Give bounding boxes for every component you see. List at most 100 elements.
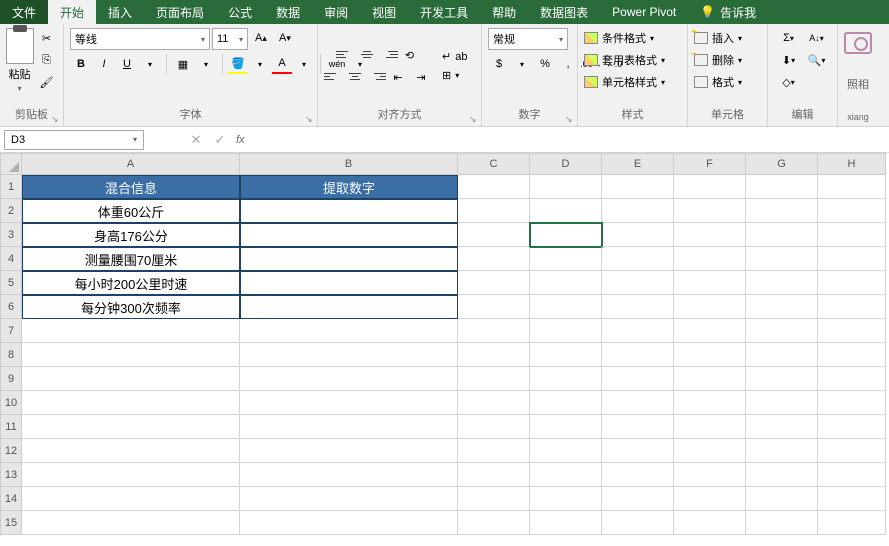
cell-G10[interactable] — [746, 391, 818, 415]
font-launcher-icon[interactable]: ↘ — [305, 114, 315, 124]
cell-D10[interactable] — [530, 391, 602, 415]
cell-G2[interactable] — [746, 199, 818, 223]
column-header-B[interactable]: B — [240, 153, 458, 175]
cell-E1[interactable] — [602, 175, 674, 199]
cell-F11[interactable] — [674, 415, 746, 439]
cell-A10[interactable] — [22, 391, 240, 415]
cell-H13[interactable] — [818, 463, 886, 487]
cell-C2[interactable] — [458, 199, 530, 223]
cell-F8[interactable] — [674, 343, 746, 367]
cell-B13[interactable] — [240, 463, 458, 487]
cell-C9[interactable] — [458, 367, 530, 391]
cell-A7[interactable] — [22, 319, 240, 343]
cell-C13[interactable] — [458, 463, 530, 487]
cell-D4[interactable] — [530, 247, 602, 271]
currency-dropdown-icon[interactable]: ▾ — [511, 54, 533, 74]
align-middle-button[interactable] — [357, 45, 377, 63]
cell-F9[interactable] — [674, 367, 746, 391]
cell-A11[interactable] — [22, 415, 240, 439]
autosum-button[interactable]: Σ▾ — [778, 28, 800, 48]
cell-B11[interactable] — [240, 415, 458, 439]
cell-H9[interactable] — [818, 367, 886, 391]
cell-H5[interactable] — [818, 271, 886, 295]
cell-F4[interactable] — [674, 247, 746, 271]
format-painter-button[interactable]: 🖌 — [36, 72, 58, 92]
tab-power-pivot[interactable]: Power Pivot — [600, 0, 688, 24]
cell-A14[interactable] — [22, 487, 240, 511]
cell-E15[interactable] — [602, 511, 674, 535]
font-size-select[interactable]: 11▾ — [212, 28, 248, 50]
cell-E4[interactable] — [602, 247, 674, 271]
font-name-select[interactable]: 等线▾ — [70, 28, 210, 50]
cell-D14[interactable] — [530, 487, 602, 511]
underline-dropdown-icon[interactable]: ▾ — [139, 54, 161, 74]
cell-G7[interactable] — [746, 319, 818, 343]
decrease-font-button[interactable]: A▾ — [274, 28, 296, 48]
cell-E9[interactable] — [602, 367, 674, 391]
row-header-12[interactable]: 12 — [0, 439, 22, 463]
column-header-D[interactable]: D — [530, 153, 602, 175]
cell-G9[interactable] — [746, 367, 818, 391]
row-header-3[interactable]: 3 — [0, 223, 22, 247]
cell-E13[interactable] — [602, 463, 674, 487]
merge-button[interactable]: ⊞▾ — [442, 69, 467, 82]
cell-D13[interactable] — [530, 463, 602, 487]
cell-F10[interactable] — [674, 391, 746, 415]
find-button[interactable]: 🔍▾ — [806, 50, 828, 70]
tab-formula[interactable]: 公式 — [216, 0, 264, 24]
cell-B7[interactable] — [240, 319, 458, 343]
cell-D9[interactable] — [530, 367, 602, 391]
row-header-5[interactable]: 5 — [0, 271, 22, 295]
cell-G5[interactable] — [746, 271, 818, 295]
tab-view[interactable]: 视图 — [360, 0, 408, 24]
column-header-C[interactable]: C — [458, 153, 530, 175]
cell-H1[interactable] — [818, 175, 886, 199]
clear-button[interactable]: ◇▾ — [778, 72, 800, 92]
align-top-button[interactable] — [336, 45, 356, 63]
tab-review[interactable]: 审阅 — [312, 0, 360, 24]
cell-D3[interactable] — [530, 223, 602, 247]
cell-D6[interactable] — [530, 295, 602, 319]
cell-A9[interactable] — [22, 367, 240, 391]
align-launcher-icon[interactable]: ↘ — [469, 114, 479, 124]
cell-C11[interactable] — [458, 415, 530, 439]
cell-F1[interactable] — [674, 175, 746, 199]
cell-H3[interactable] — [818, 223, 886, 247]
cell-B14[interactable] — [240, 487, 458, 511]
cell-D1[interactable] — [530, 175, 602, 199]
cell-C5[interactable] — [458, 271, 530, 295]
cell-B1[interactable]: 提取数字 — [240, 175, 458, 199]
delete-cells-button[interactable]: 删除▾ — [694, 50, 742, 70]
tab-help[interactable]: 帮助 — [480, 0, 528, 24]
fx-icon[interactable]: fx — [236, 134, 245, 146]
cell-E12[interactable] — [602, 439, 674, 463]
tell-me[interactable]: 💡 告诉我 — [700, 4, 756, 21]
row-header-6[interactable]: 6 — [0, 295, 22, 319]
name-box[interactable]: D3▾ — [4, 130, 144, 150]
cell-A3[interactable]: 身高176公分 — [22, 223, 240, 247]
cell-G4[interactable] — [746, 247, 818, 271]
cell-H7[interactable] — [818, 319, 886, 343]
copy-button[interactable]: ⎘ — [36, 50, 58, 70]
row-header-4[interactable]: 4 — [0, 247, 22, 271]
indent-decrease-button[interactable]: ⇤ — [387, 67, 409, 87]
formula-input[interactable] — [245, 130, 889, 150]
cell-A5[interactable]: 每小时200公里时速 — [22, 271, 240, 295]
cell-E5[interactable] — [602, 271, 674, 295]
cell-H11[interactable] — [818, 415, 886, 439]
bold-button[interactable]: B — [70, 54, 92, 74]
paste-icon[interactable] — [6, 28, 34, 64]
indent-increase-button[interactable]: ⇥ — [410, 67, 432, 87]
borders-button[interactable]: ▦ — [172, 54, 194, 74]
cell-E6[interactable] — [602, 295, 674, 319]
comma-button[interactable]: , — [557, 54, 579, 74]
cell-H8[interactable] — [818, 343, 886, 367]
cell-G11[interactable] — [746, 415, 818, 439]
cell-C10[interactable] — [458, 391, 530, 415]
cell-A15[interactable] — [22, 511, 240, 535]
cell-B8[interactable] — [240, 343, 458, 367]
fill-color-dropdown-icon[interactable]: ▾ — [249, 54, 271, 74]
cell-G6[interactable] — [746, 295, 818, 319]
cell-D11[interactable] — [530, 415, 602, 439]
cell-E8[interactable] — [602, 343, 674, 367]
